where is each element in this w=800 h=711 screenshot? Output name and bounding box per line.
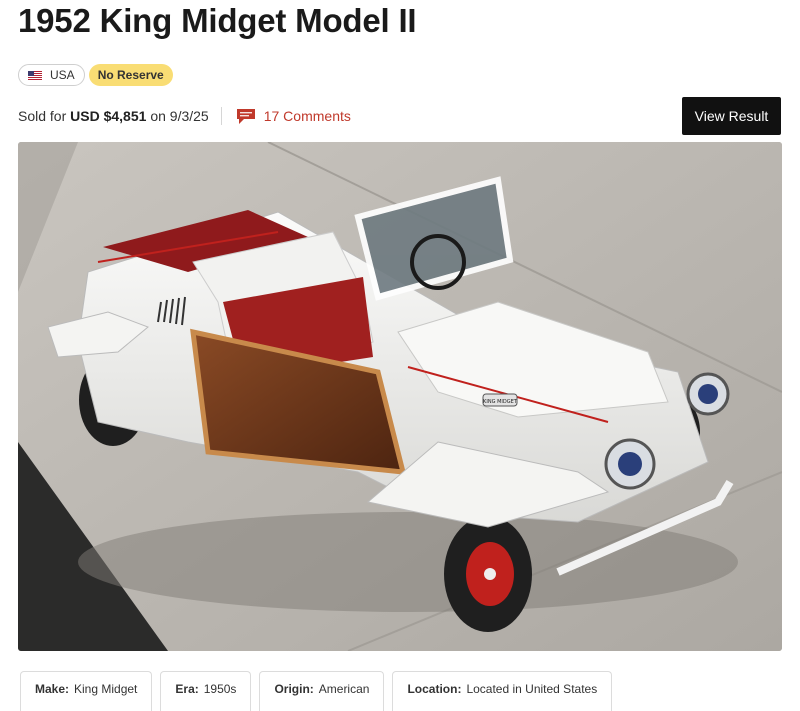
spec-era[interactable]: Era: 1950s (160, 671, 252, 711)
comments-count: 17 Comments (263, 108, 351, 124)
date-prefix: on (150, 108, 166, 124)
spec-key: Make: (35, 682, 70, 696)
sale-price: USD $4,851 (70, 108, 147, 124)
car-photo-image: KING MIDGET (18, 142, 782, 651)
divider (220, 107, 222, 125)
spec-value: Located in United States (466, 682, 598, 696)
sale-date: 9/3/25 (169, 108, 209, 124)
view-result-button[interactable]: View Result (682, 97, 781, 135)
spec-value: King Midget (74, 682, 138, 696)
spec-key: Era: (175, 682, 199, 696)
spec-location[interactable]: Location: Located in United States (392, 671, 613, 711)
photo-emblem: KING MIDGET (483, 399, 518, 405)
spec-value: 1950s (203, 682, 237, 696)
comments-link[interactable]: 17 Comments (236, 108, 351, 125)
spec-key: Location: (407, 682, 462, 696)
comment-bubble-icon (236, 108, 255, 124)
country-label: USA (50, 68, 75, 82)
listing-title: 1952 King Midget Model II (18, 2, 417, 39)
spec-tabs: Make: King Midget Era: 1950s Origin: Americ… (20, 671, 613, 711)
spec-origin[interactable]: Origin: American (259, 671, 385, 711)
country-badge[interactable]: USA (18, 64, 85, 86)
listing-photo[interactable]: KING MIDGET (18, 142, 782, 651)
spec-key: Origin: (274, 682, 314, 696)
badge-row: USA No Reserve (18, 64, 173, 86)
us-flag-icon (28, 70, 42, 80)
sold-prefix: Sold for (18, 108, 67, 124)
spec-value: American (318, 682, 370, 696)
spec-make[interactable]: Make: King Midget (20, 671, 153, 711)
no-reserve-badge: No Reserve (88, 64, 173, 86)
sale-summary: Sold for USD $4,851 on 9/3/25 17 Comment… (18, 106, 351, 126)
